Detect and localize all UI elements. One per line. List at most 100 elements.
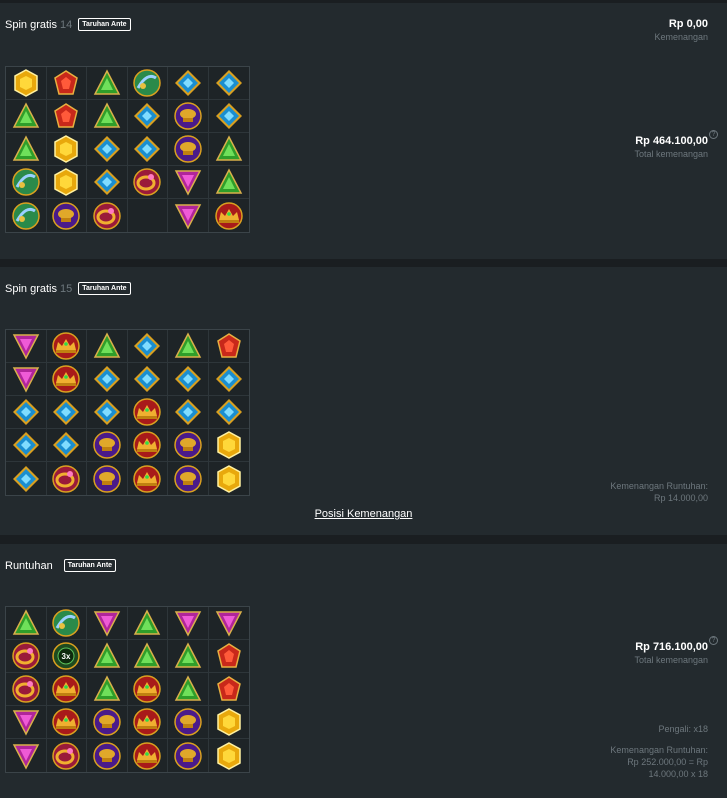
purple-scarab-icon bbox=[173, 707, 203, 737]
blue-diamond-icon bbox=[92, 364, 122, 394]
cascade-win-block: Kemenangan Runtuhan: Rp 14.000,00 bbox=[610, 480, 708, 504]
grid-cell bbox=[168, 330, 209, 363]
grid-cell bbox=[6, 100, 47, 133]
green-triangle-icon bbox=[11, 101, 41, 131]
purple-scarab-icon bbox=[92, 741, 122, 771]
emerald-orb-icon bbox=[11, 167, 41, 197]
crown-icon bbox=[132, 430, 162, 460]
grid-cell bbox=[208, 330, 249, 363]
grid-cell bbox=[87, 462, 128, 495]
grid-cell bbox=[208, 429, 249, 462]
grid-cell bbox=[47, 739, 87, 772]
green-triangle-icon bbox=[173, 331, 203, 361]
grid-cell bbox=[87, 199, 128, 232]
red-ring-icon bbox=[51, 741, 81, 771]
grid-cell bbox=[168, 640, 209, 673]
cascade-win-formula-1: Rp 252.000,00 = Rp bbox=[627, 757, 708, 767]
round-win-label: Kemenangan bbox=[654, 32, 708, 42]
grid-cell bbox=[87, 133, 128, 166]
crown-icon bbox=[132, 707, 162, 737]
multiplier-orb-icon: 3x bbox=[51, 641, 81, 671]
grid-cell bbox=[87, 739, 128, 772]
blue-diamond-icon bbox=[92, 167, 122, 197]
red-ring-icon bbox=[11, 641, 41, 671]
grid-cell bbox=[6, 330, 47, 363]
grid-cell bbox=[168, 607, 209, 640]
yellow-gem-icon bbox=[214, 741, 244, 771]
purple-ring-icon bbox=[132, 201, 162, 231]
crown-icon bbox=[132, 741, 162, 771]
grid-cell bbox=[6, 739, 47, 772]
cascade-win-block: Kemenangan Runtuhan: Rp 252.000,00 = Rp … bbox=[610, 744, 708, 780]
yellow-gem-icon bbox=[51, 134, 81, 164]
grid-cell bbox=[127, 706, 168, 739]
grid-cell bbox=[46, 100, 87, 133]
blue-diamond-icon bbox=[132, 101, 162, 131]
blue-diamond-icon bbox=[11, 464, 41, 494]
blue-diamond-icon bbox=[92, 397, 122, 427]
grid-cell bbox=[209, 462, 250, 495]
grid-cell bbox=[127, 133, 168, 166]
grid-cell bbox=[168, 462, 209, 495]
grid-cell bbox=[6, 607, 47, 640]
blue-diamond-icon bbox=[132, 364, 162, 394]
grid-cell bbox=[168, 199, 209, 232]
crown-icon bbox=[51, 674, 81, 704]
grid-cell bbox=[208, 607, 249, 640]
crown-icon bbox=[132, 397, 162, 427]
grid-cell bbox=[127, 396, 168, 429]
panel-title: Runtuhan bbox=[5, 559, 53, 572]
grid-cell bbox=[208, 396, 249, 429]
purple-scarab-icon bbox=[92, 464, 122, 494]
grid-cell bbox=[127, 429, 168, 462]
pink-triangle-icon bbox=[173, 167, 203, 197]
grid-cell bbox=[168, 67, 209, 100]
info-icon[interactable]: ? bbox=[709, 636, 718, 645]
grid-cell bbox=[128, 739, 168, 772]
yellow-gem-icon bbox=[214, 707, 244, 737]
grid-cell bbox=[128, 462, 168, 495]
blue-diamond-icon bbox=[214, 397, 244, 427]
red-gem-icon bbox=[51, 68, 81, 98]
total-win-block: Rp 464.100,00 Total kemenangan bbox=[634, 135, 708, 159]
pink-triangle-icon bbox=[11, 364, 41, 394]
ante-badge: Taruhan Ante bbox=[63, 559, 117, 572]
blue-diamond-icon bbox=[173, 397, 203, 427]
green-triangle-icon bbox=[92, 331, 122, 361]
green-triangle-icon bbox=[92, 674, 122, 704]
grid-cell bbox=[46, 396, 87, 429]
grid-cell bbox=[46, 133, 87, 166]
grid-cell bbox=[46, 363, 87, 396]
green-triangle-icon bbox=[92, 101, 122, 131]
spin-number: 14 bbox=[59, 18, 73, 31]
grid-cell bbox=[6, 67, 47, 100]
grid-cell bbox=[168, 100, 209, 133]
grid-cell bbox=[46, 429, 87, 462]
grid-cell bbox=[6, 673, 47, 706]
panel-title: Spin gratis bbox=[5, 282, 57, 295]
blue-diamond-icon bbox=[214, 101, 244, 131]
blue-diamond-icon bbox=[214, 68, 244, 98]
red-ring-icon bbox=[92, 201, 122, 231]
grid-cell bbox=[168, 429, 209, 462]
winning-positions-link[interactable]: Posisi Kemenangan bbox=[0, 508, 727, 520]
grid-cell bbox=[6, 396, 47, 429]
panel-title: Spin gratis bbox=[5, 18, 57, 31]
grid-cell bbox=[46, 166, 87, 199]
grid-cell bbox=[209, 739, 250, 772]
crown-icon bbox=[51, 331, 81, 361]
info-icon[interactable]: ? bbox=[709, 130, 718, 139]
grid-cell bbox=[127, 607, 168, 640]
grid-cell bbox=[127, 673, 168, 706]
crown-icon bbox=[214, 201, 244, 231]
emerald-orb-icon bbox=[11, 201, 41, 231]
spin-panel-14: Spin gratis 14 Taruhan Ante Rp 0,00 Keme… bbox=[0, 3, 727, 259]
grid-cell bbox=[47, 462, 87, 495]
pink-triangle-icon bbox=[92, 608, 122, 638]
purple-scarab-icon bbox=[173, 430, 203, 460]
grid-cell bbox=[46, 607, 87, 640]
blue-diamond-icon bbox=[214, 364, 244, 394]
green-triangle-icon bbox=[132, 608, 162, 638]
round-win-block: Rp 0,00 Kemenangan bbox=[654, 18, 708, 42]
cascade-win-label: Kemenangan Runtuhan: bbox=[610, 481, 708, 491]
